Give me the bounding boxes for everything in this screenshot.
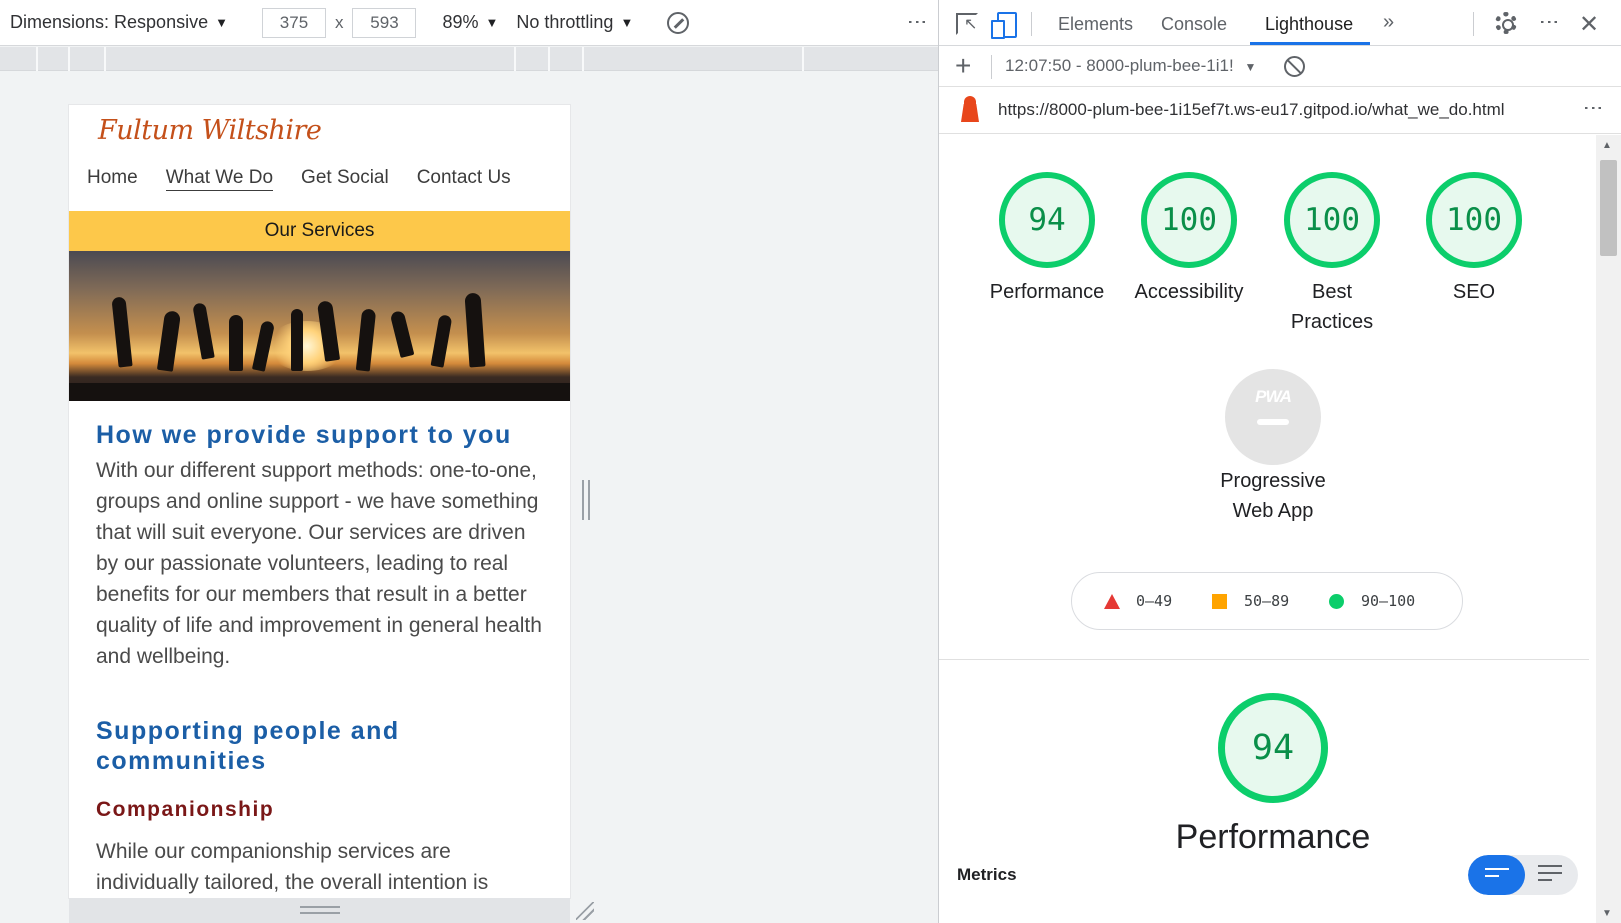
report-url[interactable]: https://8000-plum-bee-1i15ef7t.ws-eu17.g… bbox=[998, 100, 1505, 120]
heading-companionship: Companionship bbox=[96, 798, 275, 821]
report-selector-label: 12:07:50 - 8000-plum-bee-1i1! bbox=[1005, 56, 1234, 75]
settings-gear-icon[interactable] bbox=[1495, 12, 1517, 34]
new-report-icon[interactable]: + bbox=[955, 51, 971, 81]
tabbar-separator-right bbox=[1473, 12, 1474, 36]
gauge-performance[interactable]: 94 bbox=[999, 172, 1095, 268]
score-best-practices: 100 bbox=[1304, 202, 1360, 238]
clear-reports-icon[interactable] bbox=[1284, 56, 1305, 77]
hero-image bbox=[69, 251, 570, 401]
pass-circle-icon bbox=[1329, 594, 1344, 609]
zoom-select[interactable]: 89% bbox=[442, 12, 478, 33]
gauge-seo[interactable]: 100 bbox=[1426, 172, 1522, 268]
devtools-tabbar: Elements Console Lighthouse » ⋮ ✕ bbox=[939, 0, 1621, 46]
report-url-bar: https://8000-plum-bee-1i15ef7t.ws-eu17.g… bbox=[939, 88, 1621, 134]
device-more-icon[interactable]: ⋮ bbox=[906, 12, 928, 29]
legend-pass: 90–100 bbox=[1361, 592, 1416, 610]
nav-item-what-we-do[interactable]: What We Do bbox=[165, 167, 274, 191]
report-scrollbar-thumb[interactable] bbox=[1600, 160, 1617, 256]
devtools-more-icon[interactable]: ⋮ bbox=[1537, 12, 1561, 29]
expanded-view-icon[interactable] bbox=[1538, 865, 1562, 886]
label-best-practices: Best Practices bbox=[1290, 281, 1374, 333]
inspect-element-icon[interactable] bbox=[956, 13, 978, 35]
height-input[interactable]: 593 bbox=[352, 7, 417, 38]
resize-corner-handle[interactable] bbox=[576, 902, 594, 920]
dimensions-caret-icon[interactable]: ▼ bbox=[215, 15, 228, 30]
performance-section-score: 94 bbox=[1251, 728, 1295, 768]
device-emulation-pane: Dimensions: Responsive ▼ 375 x 593 89% ▼… bbox=[0, 0, 938, 923]
legend-average: 50–89 bbox=[1244, 592, 1290, 610]
fail-triangle-icon bbox=[1104, 594, 1120, 609]
page-content: How we provide support to you With our d… bbox=[96, 420, 546, 898]
score-accessibility: 100 bbox=[1161, 202, 1217, 238]
throttling-caret-icon[interactable]: ▼ bbox=[620, 15, 633, 30]
pwa-badge-text: PWA bbox=[1255, 387, 1292, 406]
tab-console[interactable]: Console bbox=[1161, 14, 1227, 35]
nav-item-get-social[interactable]: Get Social bbox=[301, 167, 389, 191]
width-input[interactable]: 375 bbox=[261, 7, 326, 38]
rotate-icon[interactable] bbox=[667, 11, 690, 34]
scroll-down-icon[interactable]: ▼ bbox=[1602, 908, 1612, 919]
pwa-dash-icon bbox=[1257, 419, 1289, 425]
tab-lighthouse[interactable]: Lighthouse bbox=[1265, 14, 1353, 35]
services-banner: Our Services bbox=[69, 211, 570, 251]
site-nav: Home What We Do Get Social Contact Us bbox=[87, 167, 539, 191]
devtools-panel: Elements Console Lighthouse » ⋮ ✕ + 12:0… bbox=[939, 0, 1621, 923]
device-toolbar-toggle-icon[interactable] bbox=[991, 12, 1017, 39]
resize-height-handle[interactable] bbox=[300, 906, 340, 914]
media-query-ruler[interactable] bbox=[0, 47, 938, 71]
score-seo: 100 bbox=[1446, 202, 1502, 238]
times-sign: x bbox=[334, 12, 344, 32]
device-toolbar: Dimensions: Responsive ▼ 375 x 593 89% ▼… bbox=[0, 0, 938, 46]
pwa-badge[interactable]: PWA bbox=[1225, 369, 1321, 465]
gauge-accessibility[interactable]: 100 bbox=[1141, 172, 1237, 268]
screen: Dimensions: Responsive ▼ 375 x 593 89% ▼… bbox=[0, 0, 1621, 923]
device-viewport: Fultum Wiltshire Home What We Do Get Soc… bbox=[69, 105, 570, 898]
performance-section-gauge: 94 bbox=[1218, 693, 1328, 803]
tabbar-separator bbox=[1031, 12, 1032, 36]
average-square-icon bbox=[1212, 594, 1227, 609]
score-legend: 0–49 50–89 90–100 bbox=[1071, 572, 1463, 630]
heading-support: How we provide support to you bbox=[96, 421, 512, 449]
nav-item-contact-us[interactable]: Contact Us bbox=[417, 167, 511, 191]
more-tabs-icon[interactable]: » bbox=[1383, 11, 1394, 34]
gauge-best-practices[interactable]: 100 bbox=[1284, 172, 1380, 268]
site-logo[interactable]: Fultum Wiltshire bbox=[98, 115, 322, 146]
legend-fail: 0–49 bbox=[1136, 592, 1173, 610]
metrics-heading: Metrics bbox=[957, 865, 1017, 884]
paragraph-support: With our different support methods: one-… bbox=[96, 459, 542, 668]
resize-width-handle[interactable] bbox=[582, 480, 590, 520]
nav-item-home[interactable]: Home bbox=[87, 167, 138, 191]
metrics-view-toggle[interactable] bbox=[1468, 855, 1578, 895]
lighthouse-report: 94 Performance 100 Accessibility 100 Bes… bbox=[939, 135, 1589, 923]
label-accessibility: Accessibility bbox=[1134, 281, 1244, 303]
label-pwa: Progressive Web App bbox=[1220, 470, 1326, 522]
toolbar-separator bbox=[991, 55, 992, 79]
paragraph-companionship: While our companionship services are ind… bbox=[96, 840, 489, 894]
report-divider bbox=[939, 659, 1589, 660]
lighthouse-logo-icon bbox=[961, 96, 979, 122]
report-menu-icon[interactable]: ⋮ bbox=[1581, 98, 1605, 115]
heading-communities: Supporting people and communities bbox=[96, 717, 400, 775]
report-selector[interactable]: 12:07:50 - 8000-plum-bee-1i1! ▼ bbox=[1005, 56, 1256, 76]
report-selector-caret-icon[interactable]: ▼ bbox=[1244, 60, 1256, 74]
tab-elements[interactable]: Elements bbox=[1058, 14, 1133, 35]
compact-view-icon[interactable] bbox=[1485, 868, 1509, 882]
performance-section-title: Performance bbox=[1175, 818, 1371, 856]
zoom-caret-icon[interactable]: ▼ bbox=[486, 15, 499, 30]
active-tab-indicator bbox=[1250, 42, 1370, 45]
label-seo: SEO bbox=[1452, 281, 1496, 303]
dimensions-select[interactable]: Dimensions: Responsive bbox=[10, 12, 208, 33]
score-performance: 94 bbox=[1028, 202, 1066, 238]
lighthouse-toolbar: + 12:07:50 - 8000-plum-bee-1i1! ▼ bbox=[939, 47, 1621, 87]
label-performance: Performance bbox=[989, 281, 1105, 303]
close-devtools-icon[interactable]: ✕ bbox=[1579, 10, 1599, 39]
throttling-select[interactable]: No throttling bbox=[516, 12, 613, 33]
scroll-up-icon[interactable]: ▲ bbox=[1602, 140, 1612, 151]
